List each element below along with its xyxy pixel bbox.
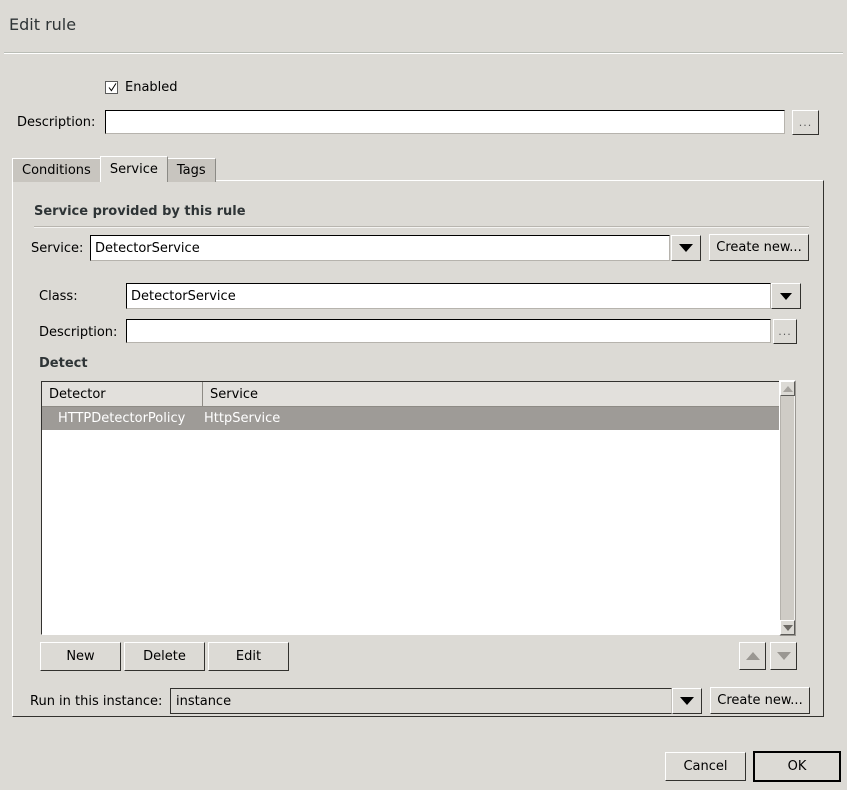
triangle-down-icon: [782, 624, 793, 631]
tab-bar[interactable]: Conditions Service Tags: [12, 156, 216, 182]
ellipsis-icon: ...: [778, 324, 792, 338]
detect-section-label: Detect: [39, 356, 88, 371]
service-create-new-button[interactable]: Create new...: [709, 234, 809, 261]
detect-table-scrollbar[interactable]: [779, 380, 796, 636]
title-separator: [4, 52, 843, 54]
tab-tags[interactable]: Tags: [166, 158, 216, 182]
scrollbar-down-button[interactable]: [780, 620, 795, 635]
tab-conditions[interactable]: Conditions: [12, 158, 101, 182]
description-browse-button[interactable]: ...: [792, 110, 819, 135]
new-button-label: New: [66, 649, 95, 664]
triangle-up-icon: [782, 385, 793, 392]
arrow-down-icon: [776, 652, 791, 660]
scrollbar-up-button[interactable]: [780, 381, 795, 396]
cell-service: HttpService: [204, 411, 281, 426]
detect-table-header: Detector Service: [42, 382, 793, 407]
instance-create-new-button[interactable]: Create new...: [710, 687, 810, 714]
dialog-title-bar: Edit rule: [0, 0, 847, 48]
class-description-label: Description:: [39, 325, 118, 340]
scrollbar-trough[interactable]: [780, 396, 795, 620]
cell-detector: HTTPDetectorPolicy: [58, 411, 186, 426]
service-group-separator: [34, 226, 809, 228]
description-input[interactable]: [105, 110, 785, 134]
arrow-up-icon: [745, 652, 760, 660]
move-down-button[interactable]: [770, 642, 797, 670]
enabled-checkbox[interactable]: [105, 81, 118, 94]
enabled-label: Enabled: [125, 80, 178, 95]
tab-service-label: Service: [109, 162, 158, 177]
service-group-label: Service provided by this rule: [34, 204, 246, 219]
service-create-new-label: Create new...: [716, 240, 802, 255]
class-combo-dropdown-button[interactable]: [771, 283, 801, 309]
class-combo-input[interactable]: DetectorService: [126, 283, 771, 309]
check-icon: [108, 83, 117, 92]
service-combo-input[interactable]: DetectorService: [90, 235, 670, 261]
class-field-label: Class:: [39, 289, 78, 304]
move-up-button[interactable]: [739, 642, 766, 670]
instance-create-new-label: Create new...: [717, 693, 803, 708]
ok-button-label: OK: [787, 759, 807, 774]
ok-button[interactable]: OK: [753, 751, 841, 782]
chevron-down-icon: [780, 292, 792, 300]
instance-field-label: Run in this instance:: [30, 694, 163, 709]
enabled-checkbox-row[interactable]: Enabled: [105, 81, 178, 94]
chevron-down-icon: [680, 697, 694, 705]
service-combo-dropdown-button[interactable]: [671, 235, 701, 261]
column-header-service[interactable]: Service: [203, 382, 793, 407]
delete-button[interactable]: Delete: [124, 642, 205, 671]
cancel-button-label: Cancel: [683, 759, 728, 774]
instance-combo-dropdown-button[interactable]: [672, 688, 702, 714]
table-row[interactable]: HTTPDetectorPolicy HttpService: [42, 407, 793, 430]
ellipsis-icon: ...: [798, 115, 813, 129]
detect-table[interactable]: Detector Service HTTPDetectorPolicy Http…: [41, 381, 794, 635]
cancel-button[interactable]: Cancel: [665, 752, 746, 781]
column-header-detector[interactable]: Detector: [42, 382, 203, 407]
new-button[interactable]: New: [40, 642, 121, 671]
class-description-input[interactable]: [126, 319, 771, 343]
edit-button[interactable]: Edit: [208, 642, 289, 671]
tab-tags-label: Tags: [176, 163, 206, 178]
service-field-label: Service:: [31, 241, 84, 256]
detect-table-body: HTTPDetectorPolicy HttpService: [42, 407, 793, 634]
class-description-browse-button[interactable]: ...: [773, 319, 797, 344]
description-label: Description:: [17, 115, 96, 130]
edit-button-label: Edit: [235, 649, 262, 664]
delete-button-label: Delete: [143, 649, 186, 664]
tab-service[interactable]: Service: [99, 156, 168, 182]
instance-combo-input[interactable]: instance: [170, 688, 672, 714]
chevron-down-icon: [679, 244, 693, 252]
tab-conditions-label: Conditions: [22, 163, 91, 178]
page-title: Edit rule: [9, 15, 77, 34]
